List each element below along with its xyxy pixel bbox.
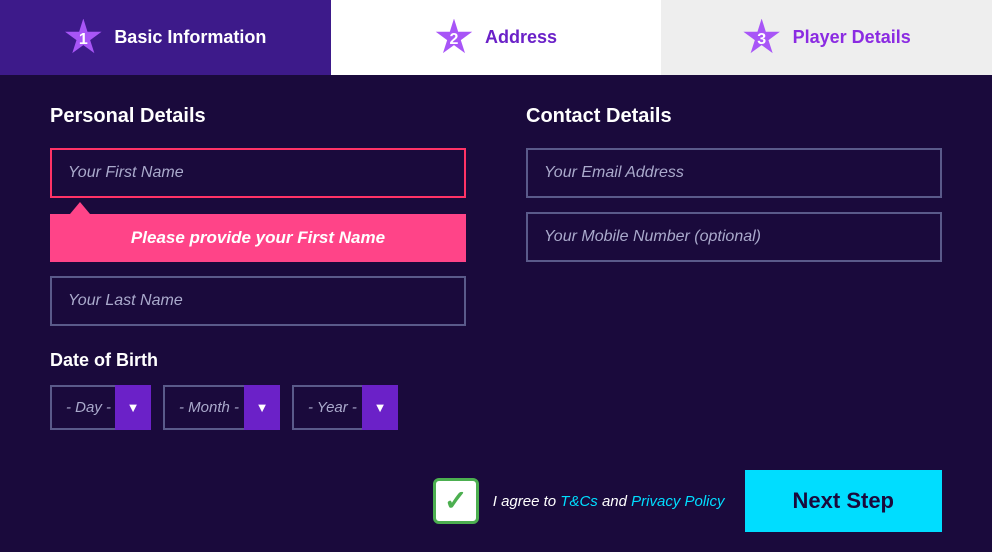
last-name-input[interactable] (50, 276, 466, 326)
step-1-label: Basic Information (114, 27, 266, 48)
step-3-label: Player Details (793, 27, 911, 48)
first-name-error-container: Please provide your First Name (50, 202, 466, 262)
year-select[interactable]: - Year - (292, 385, 398, 430)
month-select[interactable]: - Month - (163, 385, 280, 430)
main-content: Personal Details Please provide your Fir… (0, 75, 992, 460)
steps-header: 1 Basic Information 2 Address 3 Player D… (0, 0, 992, 75)
day-select-wrapper: - Day - (50, 385, 151, 430)
day-select[interactable]: - Day - (50, 385, 151, 430)
next-step-button[interactable]: Next Step (745, 470, 942, 532)
step-2-label: Address (485, 27, 557, 48)
step-3[interactable]: 3 Player Details (661, 0, 992, 75)
step-1-icon: 1 (64, 19, 102, 57)
step-2[interactable]: 2 Address (331, 0, 662, 75)
month-select-wrapper: - Month - (163, 385, 280, 430)
mobile-input[interactable] (526, 212, 942, 262)
first-name-error-message: Please provide your First Name (50, 214, 466, 262)
dob-label: Date of Birth (50, 350, 466, 371)
bottom-section: ✓ I agree to T&Cs and Privacy Policy Nex… (0, 460, 992, 552)
step-1[interactable]: 1 Basic Information (0, 0, 331, 75)
contact-details-title: Contact Details (526, 105, 942, 128)
personal-details-title: Personal Details (50, 105, 466, 128)
step-3-icon: 3 (743, 19, 781, 57)
agree-checkbox[interactable]: ✓ (433, 478, 479, 524)
year-select-wrapper: - Year - (292, 385, 398, 430)
tc-link[interactable]: T&Cs (560, 493, 598, 510)
error-triangle (70, 202, 90, 214)
agree-section: ✓ I agree to T&Cs and Privacy Policy (50, 478, 745, 524)
first-name-input[interactable] (50, 148, 466, 198)
privacy-link[interactable]: Privacy Policy (631, 493, 724, 510)
email-input[interactable] (526, 148, 942, 198)
agree-text: I agree to T&Cs and Privacy Policy (493, 493, 725, 510)
check-icon: ✓ (444, 487, 467, 515)
step-2-icon: 2 (435, 19, 473, 57)
dob-section: Date of Birth - Day - - Month - - Y (50, 350, 466, 430)
dob-selects: - Day - - Month - - Year - (50, 385, 466, 430)
left-column: Personal Details Please provide your Fir… (50, 105, 496, 430)
right-column: Contact Details (496, 105, 942, 430)
